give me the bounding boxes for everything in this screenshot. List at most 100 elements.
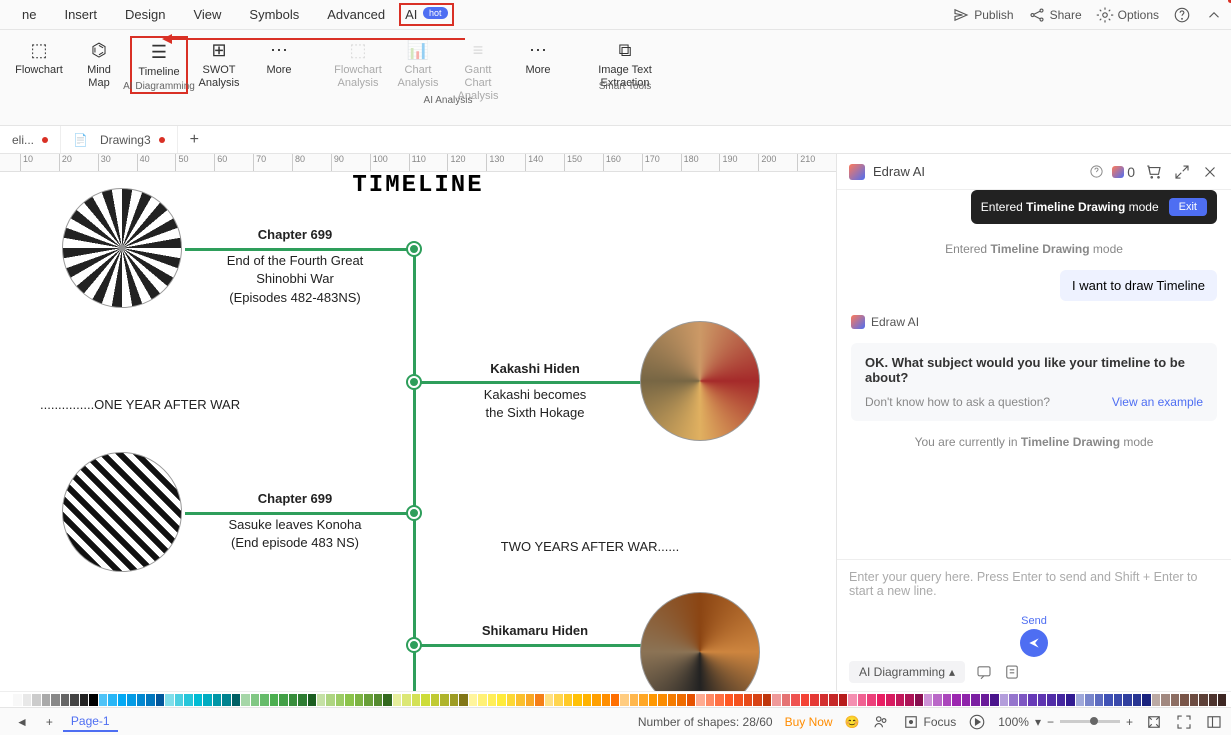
color-swatch[interactable]: [383, 694, 391, 706]
color-swatch[interactable]: [1047, 694, 1055, 706]
color-swatch[interactable]: [1142, 694, 1150, 706]
color-swatch[interactable]: [554, 694, 562, 706]
doc-tab-2[interactable]: 📄Drawing3: [61, 126, 178, 153]
color-swatch[interactable]: [497, 694, 505, 706]
color-swatch[interactable]: [1085, 694, 1093, 706]
color-swatch[interactable]: [345, 694, 353, 706]
color-swatch[interactable]: [326, 694, 334, 706]
publish-button[interactable]: Publish: [952, 6, 1013, 24]
color-swatch[interactable]: [801, 694, 809, 706]
color-swatch[interactable]: [1218, 694, 1226, 706]
image-2[interactable]: [640, 321, 760, 441]
color-swatch[interactable]: [715, 694, 723, 706]
color-swatch[interactable]: [602, 694, 610, 706]
color-swatch[interactable]: [270, 694, 278, 706]
zoom-out-button[interactable]: −: [1047, 715, 1054, 729]
timeline-item-1[interactable]: Chapter 699 End of the Fourth Great Shin…: [200, 226, 390, 307]
color-swatch[interactable]: [516, 694, 524, 706]
color-swatch[interactable]: [772, 694, 780, 706]
exit-mode-button[interactable]: Exit: [1169, 198, 1207, 216]
canvas[interactable]: TIMELINE Chapter 699 End of the Fourth G…: [0, 172, 836, 691]
color-swatch[interactable]: [573, 694, 581, 706]
color-swatch[interactable]: [108, 694, 116, 706]
color-swatch[interactable]: [620, 694, 628, 706]
color-swatch[interactable]: [583, 694, 591, 706]
color-swatch[interactable]: [649, 694, 657, 706]
color-swatch[interactable]: [507, 694, 515, 706]
mode-selector[interactable]: AI Diagramming ▴: [849, 661, 965, 683]
color-swatch[interactable]: [51, 694, 59, 706]
zoom-in-button[interactable]: +: [1126, 715, 1133, 729]
color-swatch[interactable]: [355, 694, 363, 706]
color-swatch[interactable]: [203, 694, 211, 706]
color-swatch[interactable]: [222, 694, 230, 706]
menu-design[interactable]: Design: [111, 3, 179, 26]
options-button[interactable]: Options: [1096, 6, 1159, 24]
color-swatch[interactable]: [867, 694, 875, 706]
color-swatch[interactable]: [734, 694, 742, 706]
color-swatch[interactable]: [298, 694, 306, 706]
menu-home-cut[interactable]: ne: [8, 3, 50, 26]
color-swatch[interactable]: [32, 694, 40, 706]
panels-icon[interactable]: [1205, 713, 1223, 731]
color-swatch[interactable]: [1199, 694, 1207, 706]
add-page-button[interactable]: +: [38, 713, 61, 731]
help-icon[interactable]: [1089, 164, 1104, 179]
color-swatch[interactable]: [962, 694, 970, 706]
menu-advanced[interactable]: Advanced: [313, 3, 399, 26]
color-swatch[interactable]: [469, 694, 477, 706]
emoji-icon[interactable]: 😊: [845, 715, 860, 729]
color-swatch[interactable]: [431, 694, 439, 706]
color-swatch[interactable]: [1095, 694, 1103, 706]
help-button[interactable]: [1173, 6, 1191, 24]
add-tab-button[interactable]: +: [178, 131, 211, 149]
color-swatch[interactable]: [1133, 694, 1141, 706]
color-swatch[interactable]: [687, 694, 695, 706]
color-swatch[interactable]: [1076, 694, 1084, 706]
color-swatch[interactable]: [374, 694, 382, 706]
color-swatch[interactable]: [80, 694, 88, 706]
doc-tab-1[interactable]: eli...: [0, 126, 61, 153]
color-swatch[interactable]: [13, 694, 21, 706]
color-swatch[interactable]: [971, 694, 979, 706]
color-swatch[interactable]: [450, 694, 458, 706]
presentation-icon[interactable]: [968, 713, 986, 731]
zoom-control[interactable]: 100% ▾ − +: [998, 715, 1133, 729]
timeline-item-4[interactable]: Shikamaru Hiden: [450, 622, 620, 648]
color-swatch[interactable]: [42, 694, 50, 706]
color-swatch[interactable]: [317, 694, 325, 706]
color-swatch[interactable]: [1000, 694, 1008, 706]
color-swatch[interactable]: [696, 694, 704, 706]
focus-button[interactable]: Focus: [902, 713, 957, 731]
menu-ai[interactable]: AI hot: [399, 3, 453, 26]
color-swatch[interactable]: [1152, 694, 1160, 706]
color-swatch[interactable]: [1019, 694, 1027, 706]
color-swatch[interactable]: [839, 694, 847, 706]
fit-page-icon[interactable]: [1145, 713, 1163, 731]
color-swatch[interactable]: [564, 694, 572, 706]
color-swatch[interactable]: [592, 694, 600, 706]
menu-insert[interactable]: Insert: [50, 3, 111, 26]
color-swatch[interactable]: [535, 694, 543, 706]
color-swatch[interactable]: [421, 694, 429, 706]
send-button[interactable]: Send: [849, 615, 1219, 657]
color-swatch[interactable]: [213, 694, 221, 706]
color-swatch[interactable]: [611, 694, 619, 706]
color-swatch[interactable]: [1209, 694, 1217, 706]
view-example-link[interactable]: View an example: [1112, 395, 1203, 409]
color-swatch[interactable]: [241, 694, 249, 706]
color-swatch[interactable]: [848, 694, 856, 706]
color-swatch[interactable]: [99, 694, 107, 706]
color-swatch[interactable]: [943, 694, 951, 706]
community-icon[interactable]: [872, 713, 890, 731]
color-swatch[interactable]: [156, 694, 164, 706]
color-swatch[interactable]: [336, 694, 344, 706]
color-swatch[interactable]: [402, 694, 410, 706]
color-swatch[interactable]: [61, 694, 69, 706]
menu-symbols[interactable]: Symbols: [235, 3, 313, 26]
cart-icon[interactable]: [1145, 163, 1163, 181]
zoom-slider[interactable]: [1060, 720, 1120, 723]
color-swatch[interactable]: [175, 694, 183, 706]
color-swatch[interactable]: [896, 694, 904, 706]
color-swatch[interactable]: [440, 694, 448, 706]
